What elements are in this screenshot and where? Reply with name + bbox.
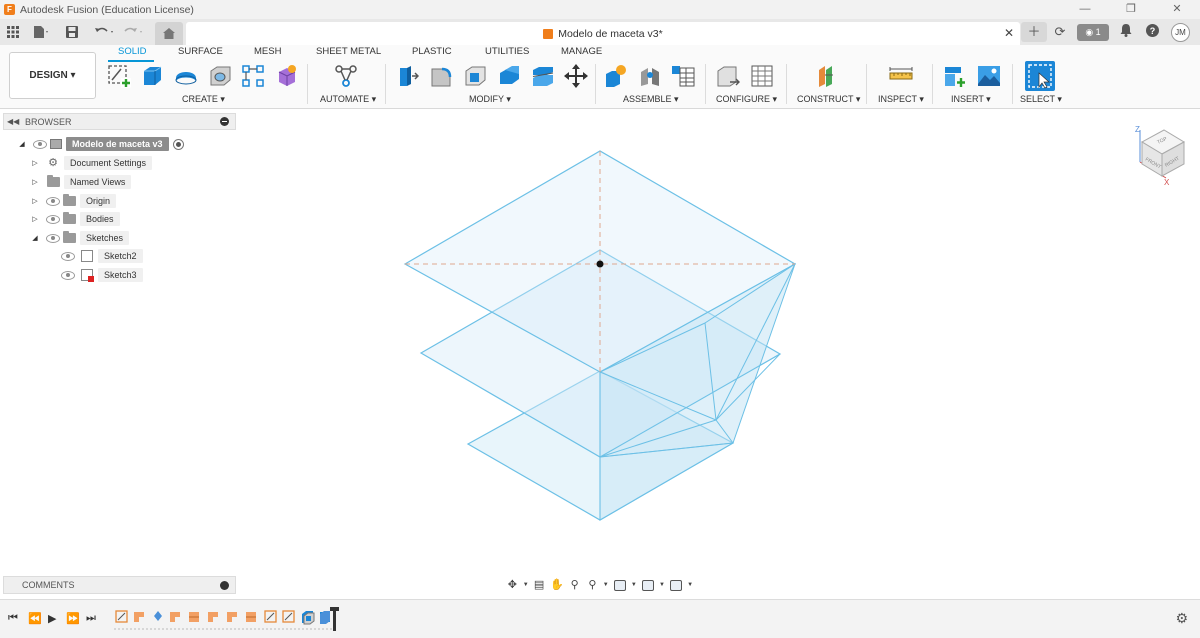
timeline-plane-feature[interactable] [189, 612, 199, 622]
loft-face [599, 442, 734, 521]
timeline-marker[interactable] [330, 607, 339, 631]
timeline-sketch-feature[interactable] [115, 610, 128, 623]
step-back-icon[interactable]: ⏪ [28, 612, 42, 625]
orbit-icon[interactable]: ✥ [505, 578, 520, 592]
timeline-plane-feature[interactable] [227, 612, 237, 622]
display-settings-icon[interactable] [613, 579, 626, 591]
zoom-icon[interactable]: ⚲ [567, 578, 582, 592]
timeline-point-feature[interactable] [154, 611, 162, 621]
gear-icon[interactable]: ⚙ [1175, 610, 1188, 627]
chevron-down-icon[interactable]: ▼ [603, 582, 609, 588]
viewport-canvas[interactable] [0, 0, 1200, 638]
timeline-plane-feature[interactable] [170, 612, 180, 622]
go-to-start-icon[interactable]: ⏮ [8, 612, 18, 625]
viewcube[interactable]: Z X TOP FRONT RIGHT [1130, 122, 1190, 187]
navigation-bar: ✥ ▼ ▤ ✋ ⚲ ⚲ ▼ ▼ ▼ ▼ [505, 576, 693, 594]
step-forward-icon[interactable]: ⏩ [66, 612, 80, 625]
origin-point [596, 260, 604, 268]
chevron-down-icon[interactable]: ▼ [687, 582, 693, 588]
model-geometry [403, 150, 797, 521]
pan-icon[interactable]: ✋ [549, 578, 564, 592]
viewports-icon[interactable] [669, 579, 683, 591]
timeline-sketch-feature[interactable] [264, 610, 277, 623]
go-to-end-icon[interactable]: ⏭ [86, 612, 96, 625]
timeline-plane-feature[interactable] [208, 612, 218, 622]
add-comment-icon[interactable] [220, 581, 229, 590]
timeline-plane-feature[interactable] [134, 612, 144, 622]
timeline-plane-feature[interactable] [246, 612, 256, 622]
play-icon[interactable]: ▶ [48, 612, 56, 625]
grid-settings-icon[interactable] [641, 579, 654, 591]
viewcube-x-label: X [1164, 178, 1170, 187]
zoom-window-icon[interactable]: ⚲ [585, 578, 600, 592]
timeline-sketch-feature[interactable] [282, 610, 295, 623]
timeline-features-end [303, 611, 330, 625]
chevron-down-icon[interactable]: ▼ [631, 582, 637, 588]
viewcube-z-label: Z [1135, 125, 1140, 134]
chevron-down-icon[interactable]: ▼ [659, 582, 665, 588]
timeline-body-feature[interactable] [320, 611, 330, 624]
timeline: ⏮ ⏪ ▶ ⏩ ⏭ ⚙ [0, 599, 1200, 638]
comments-title: COMMENTS [22, 580, 75, 590]
look-at-icon[interactable]: ▤ [532, 578, 547, 592]
comments-panel-header[interactable]: COMMENTS [3, 576, 236, 594]
timeline-shell-feature[interactable] [303, 612, 315, 625]
chevron-down-icon[interactable]: ▼ [523, 582, 529, 588]
